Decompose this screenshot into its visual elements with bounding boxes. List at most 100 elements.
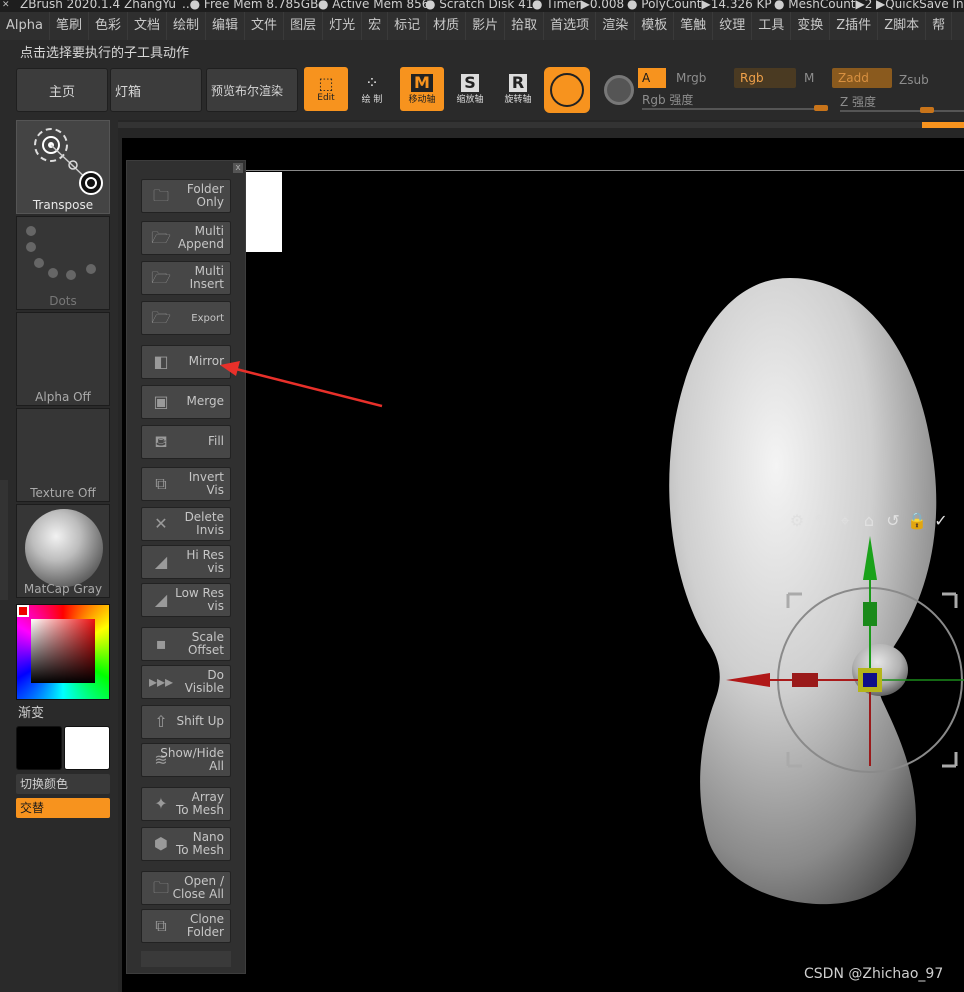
do-visible-button[interactable]: ▸▸▸ Do Visible	[141, 665, 231, 699]
export-button[interactable]: 🗁 Export	[141, 301, 231, 335]
preview-bool-button[interactable]: 预览布尔渲染	[206, 68, 298, 112]
menu-item[interactable]: 笔刷	[50, 12, 89, 40]
lightbox-button[interactable]: 灯箱	[110, 68, 202, 112]
rotate-button[interactable]: R 旋转轴	[496, 67, 540, 111]
home-button[interactable]: 主页	[16, 68, 108, 112]
menu-item[interactable]: 影片	[466, 12, 506, 40]
multi-insert-button[interactable]: 🗁 Multi Insert	[141, 261, 231, 295]
mirror-icon: ◧	[153, 352, 169, 371]
menu-item[interactable]: 拾取	[505, 12, 545, 40]
shift-up-button[interactable]: ⇧ Shift Up	[141, 705, 231, 739]
folder-only-button[interactable]: 🗀 Folder Only	[141, 179, 231, 213]
color-marker	[17, 605, 29, 617]
menu-item[interactable]: 图层	[284, 12, 324, 40]
menu-item[interactable]: 标记	[388, 12, 428, 40]
scale-button[interactable]: S 缩放轴	[448, 67, 492, 111]
smooth-sphere-button[interactable]	[596, 67, 642, 113]
menu-item[interactable]: 首选项	[544, 12, 597, 40]
gear-icon[interactable]: ⚙	[786, 510, 808, 532]
zadd-toggle[interactable]: Zadd	[832, 68, 892, 88]
fill-button[interactable]: ⛾ Fill	[141, 425, 231, 459]
menu-item[interactable]: 灯光	[323, 12, 363, 40]
move-button[interactable]: M 移动轴	[400, 67, 444, 111]
mrgb-toggle[interactable]: Mrgb	[676, 68, 706, 88]
alpha-button[interactable]: Alpha Off	[16, 312, 110, 406]
delete-invis-button[interactable]: ✕ Delete Invis	[141, 507, 231, 541]
fill-icon: ⛾	[154, 432, 168, 451]
matcap-sphere-icon	[25, 509, 103, 587]
menu-item[interactable]: 色彩	[89, 12, 128, 40]
m-toggle[interactable]: M	[804, 68, 814, 88]
menu-item[interactable]: Z脚本	[878, 12, 927, 40]
zsub-toggle[interactable]: Zsub	[899, 70, 929, 90]
array-to-mesh-button[interactable]: ✦ Array To Mesh	[141, 787, 231, 821]
reset-icon[interactable]: ↺	[882, 510, 904, 532]
lock-icon[interactable]: 🔒	[906, 510, 928, 532]
secondary-color-swatch[interactable]	[64, 726, 110, 770]
panel-footer	[141, 951, 231, 967]
material-button[interactable]: MatCap Gray	[16, 504, 110, 598]
slider-knob[interactable]	[814, 105, 828, 111]
low-res-vis-button[interactable]: ◢ Low Res vis	[141, 583, 231, 617]
location-icon[interactable]: ⌖	[834, 510, 856, 532]
main-color-swatch[interactable]	[16, 726, 62, 770]
hi-res-vis-button[interactable]: ◢ Hi Res vis	[141, 545, 231, 579]
clone-folder-button[interactable]: ⧉ Clone Folder	[141, 909, 231, 943]
color-picker[interactable]	[16, 604, 110, 700]
transpose-gizmo[interactable]	[720, 530, 964, 780]
show-hide-all-button[interactable]: ≋ Show/Hide All	[141, 743, 231, 777]
export-label: Export	[191, 313, 224, 324]
invert-vis-button[interactable]: ⧉ Invert Vis	[141, 467, 231, 501]
menu-item[interactable]: 宏	[362, 12, 389, 40]
rotate-icon: R	[508, 73, 528, 92]
menu-item[interactable]: Alpha	[0, 12, 50, 40]
menu-item[interactable]: 工具	[752, 12, 792, 40]
merge-button[interactable]: ▣ Merge	[141, 385, 231, 419]
scale-offset-button[interactable]: ▪ Scale Offset	[141, 627, 231, 661]
menu-item[interactable]: 笔触	[674, 12, 714, 40]
menu-item[interactable]: 文档	[128, 12, 168, 40]
left-shelf: Transpose Dots Alpha Off Texture Off Mat…	[14, 120, 112, 992]
close-icon[interactable]: x	[233, 163, 243, 173]
menu-item[interactable]: Z插件	[830, 12, 879, 40]
multi-append-button[interactable]: 🗁 Multi Append	[141, 221, 231, 255]
open-close-all-button[interactable]: 🗀 Open / Close All	[141, 871, 231, 905]
material-sphere-button[interactable]	[544, 67, 590, 113]
smooth-icon	[604, 75, 634, 105]
stroke-dots-button[interactable]: Dots	[16, 216, 110, 310]
delete-invis-label: Delete Invis	[184, 510, 224, 537]
rgb-intensity-slider[interactable]	[642, 105, 828, 111]
menu-item[interactable]: 编辑	[206, 12, 246, 40]
menu-item[interactable]: 材质	[427, 12, 467, 40]
menu-item[interactable]: 帮	[926, 12, 953, 40]
menu-item[interactable]: 变换	[791, 12, 831, 40]
switch-color-button[interactable]: 切换颜色	[16, 774, 110, 794]
alternate-button[interactable]: 交替	[16, 798, 110, 818]
transpose-brush-button[interactable]: Transpose	[16, 120, 110, 214]
check-icon[interactable]: ✓	[930, 510, 952, 532]
z-intensity-slider[interactable]	[840, 107, 964, 113]
menu-item[interactable]: 模板	[635, 12, 675, 40]
menu-item[interactable]: 绘制	[167, 12, 207, 40]
merge-icon: ▣	[153, 392, 169, 411]
menu-item[interactable]: 渲染	[596, 12, 636, 40]
left-tray-handle[interactable]	[0, 480, 8, 600]
z-intensity-label: Z 强度	[840, 95, 877, 109]
mirror-button[interactable]: ◧ Mirror	[141, 345, 231, 379]
color-square[interactable]	[31, 619, 95, 683]
home-icon[interactable]: ⌂	[858, 510, 880, 532]
active-mem: ● Active Mem 856	[318, 0, 430, 11]
texture-button[interactable]: Texture Off	[16, 408, 110, 502]
pin-icon[interactable]: ✎	[810, 510, 832, 532]
menu-item[interactable]: 纹理	[713, 12, 753, 40]
open-close-all-label: Open / Close All	[172, 874, 224, 901]
gradient-label[interactable]: 渐变	[18, 702, 44, 721]
slider-knob[interactable]	[920, 107, 934, 113]
menu-item[interactable]: 文件	[245, 12, 285, 40]
edit-button[interactable]: ⬚ Edit	[304, 67, 348, 111]
rgb-toggle[interactable]: Rgb	[734, 68, 796, 88]
nano-to-mesh-button[interactable]: ⬢ Nano To Mesh	[141, 827, 231, 861]
invert-vis-icon: ⧉	[155, 474, 167, 493]
a-channel-toggle[interactable]: A	[638, 68, 666, 88]
draw-button[interactable]: ⁘ 绘 制	[350, 67, 394, 111]
